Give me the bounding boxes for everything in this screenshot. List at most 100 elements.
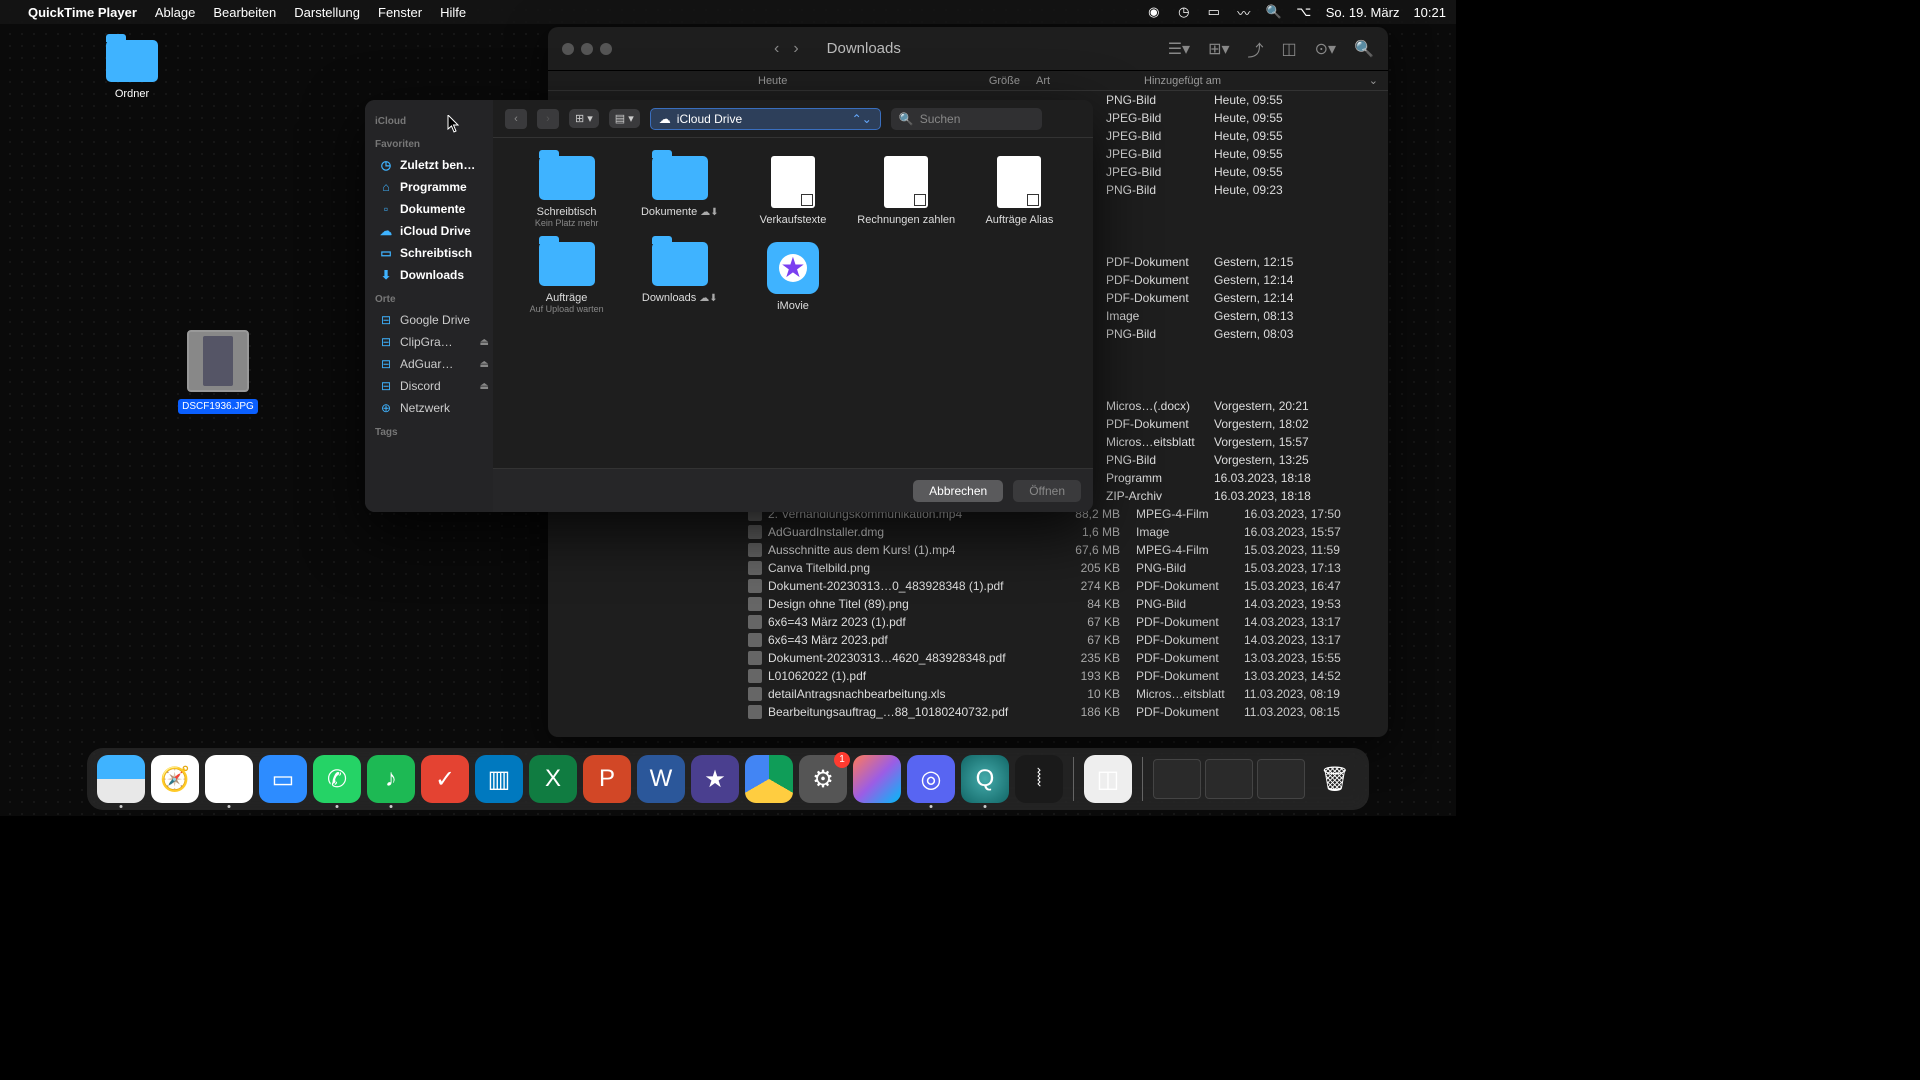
dock-finder[interactable] <box>97 755 145 803</box>
grid-item[interactable]: ★iMovie <box>741 242 844 314</box>
table-row[interactable]: Design ohne Titel (89).png84 KBPNG-Bild1… <box>548 595 1388 613</box>
menu-fenster[interactable]: Fenster <box>378 5 422 20</box>
dock-powerpoint[interactable]: P <box>583 755 631 803</box>
desktop-file[interactable]: DSCF1936.JPG <box>178 330 258 414</box>
thumbnail-icon <box>187 330 249 392</box>
sidebar-item-dokumente[interactable]: ▫Dokumente <box>375 200 493 218</box>
dock-system-settings[interactable]: ⚙1 <box>799 755 847 803</box>
item-label: Schreibtisch <box>515 206 618 218</box>
col-size[interactable]: Größe <box>946 75 1036 87</box>
cell-date: Gestern, 08:03 <box>1214 327 1388 341</box>
open-button[interactable]: Öffnen <box>1013 480 1081 502</box>
view-grid-icon[interactable]: ⊞▾ <box>1208 39 1229 59</box>
table-row[interactable]: Dokument-20230313…0_483928348 (1).pdf274… <box>548 577 1388 595</box>
table-row[interactable]: AdGuardInstaller.dmg1,6 MBImage16.03.202… <box>548 523 1388 541</box>
dock-discord[interactable]: ◎ <box>907 755 955 803</box>
grid-item[interactable]: Aufträge Alias <box>968 156 1071 228</box>
sidebar-item-google-drive[interactable]: ⊟Google Drive <box>375 311 493 329</box>
table-row[interactable]: Dokument-20230313…4620_483928348.pdf235 … <box>548 649 1388 667</box>
menu-darstellung[interactable]: Darstellung <box>294 5 360 20</box>
control-center-icon[interactable]: ⌥ <box>1296 4 1312 20</box>
dock-craft[interactable] <box>853 755 901 803</box>
sidebar-item-netzwerk[interactable]: ⊕Netzwerk <box>375 399 493 417</box>
grid-item[interactable]: Verkaufstexte <box>741 156 844 228</box>
dock-trello[interactable]: ▥ <box>475 755 523 803</box>
dock-trash[interactable]: 🗑 <box>1311 755 1359 803</box>
action-icon[interactable]: ⊙▾ <box>1315 39 1336 59</box>
back-button[interactable]: ‹ <box>774 40 779 58</box>
grid-item[interactable]: Rechnungen zahlen <box>855 156 958 228</box>
share-icon[interactable]: ⤴ <box>1248 37 1264 61</box>
dock-spotify[interactable]: ♪ <box>367 755 415 803</box>
dock-imovie[interactable]: ★ <box>691 755 739 803</box>
dock-minimized-window[interactable] <box>1205 759 1253 799</box>
tag-icon[interactable]: ◫ <box>1282 39 1297 59</box>
battery-icon[interactable]: ▭ <box>1206 4 1222 20</box>
table-row[interactable]: L01062022 (1).pdf193 KBPDF-Dokument13.03… <box>548 667 1388 685</box>
table-row[interactable]: 6x6=43 März 2023 (1).pdf67 KBPDF-Dokumen… <box>548 613 1388 631</box>
dock-word[interactable]: W <box>637 755 685 803</box>
dock-excel[interactable]: X <box>529 755 577 803</box>
grid-item[interactable]: AufträgeAuf Upload warten <box>515 242 618 314</box>
table-row[interactable]: 6x6=43 März 2023.pdf67 KBPDF-Dokument14.… <box>548 631 1388 649</box>
app-name[interactable]: QuickTime Player <box>28 5 137 20</box>
search-input[interactable]: 🔍 Suchen <box>891 108 1043 130</box>
eject-icon[interactable]: ⏏ <box>480 381 489 392</box>
eject-icon[interactable]: ⏏ <box>480 337 489 348</box>
dock-todoist[interactable]: ✓ <box>421 755 469 803</box>
desktop-folder[interactable]: Ordner <box>100 40 164 100</box>
cell-size: 10 KB <box>1046 687 1136 701</box>
view-list-icon[interactable]: ☰▾ <box>1168 39 1190 59</box>
dock-audio-app[interactable]: ⦚ <box>1015 755 1063 803</box>
dock-chrome[interactable]: ◉ <box>205 755 253 803</box>
wifi-icon[interactable]: 〰 <box>1236 4 1252 20</box>
sidebar-item-discord[interactable]: ⊟Discord⏏ <box>375 377 493 395</box>
dock-whatsapp[interactable]: ✆ <box>313 755 361 803</box>
view-group-button[interactable]: ▤ ▾ <box>609 109 640 128</box>
menu-ablage[interactable]: Ablage <box>155 5 195 20</box>
sidebar-item-clipgrab[interactable]: ⊟ClipGra…⏏ <box>375 333 493 351</box>
forward-button[interactable]: › <box>793 40 798 58</box>
menubar-time[interactable]: 10:21 <box>1413 5 1446 20</box>
dock-preview[interactable]: ◫ <box>1084 755 1132 803</box>
cell-kind: JPEG-Bild <box>1106 165 1214 179</box>
grid-item[interactable]: SchreibtischKein Platz mehr <box>515 156 618 228</box>
view-icon-button[interactable]: ⊞ ▾ <box>569 109 599 128</box>
sidebar-item-schreibtisch[interactable]: ▭Schreibtisch <box>375 244 493 262</box>
dock-zoom[interactable]: ▭ <box>259 755 307 803</box>
menubar-date[interactable]: So. 19. März <box>1326 5 1400 20</box>
forward-button[interactable]: › <box>537 109 559 129</box>
menu-bearbeiten[interactable]: Bearbeiten <box>213 5 276 20</box>
grid-item[interactable]: Downloads☁⬇ <box>628 242 731 314</box>
dock-safari[interactable]: 🧭 <box>151 755 199 803</box>
table-row[interactable]: detailAntragsnachbearbeitung.xls10 KBMic… <box>548 685 1388 703</box>
col-name[interactable]: Heute <box>736 75 946 87</box>
dock-minimized-window[interactable] <box>1257 759 1305 799</box>
search-icon[interactable]: 🔍 <box>1354 39 1374 59</box>
cell-kind: PNG-Bild <box>1106 453 1214 467</box>
dock-minimized-window[interactable] <box>1153 759 1201 799</box>
record-icon[interactable]: ◉ <box>1146 4 1162 20</box>
sidebar-item-icloud-drive[interactable]: ☁iCloud Drive <box>375 222 493 240</box>
sidebar-item-programme[interactable]: ⌂Programme <box>375 178 493 196</box>
menu-hilfe[interactable]: Hilfe <box>440 5 466 20</box>
window-controls[interactable] <box>562 43 612 55</box>
table-row[interactable]: Canva Titelbild.png205 KBPNG-Bild15.03.2… <box>548 559 1388 577</box>
cell-kind: MPEG-4-Film <box>1136 507 1244 521</box>
col-date[interactable]: Hinzugefügt am⌄ <box>1144 74 1388 87</box>
dock-google-drive[interactable] <box>745 755 793 803</box>
eject-icon[interactable]: ⏏ <box>480 359 489 370</box>
col-kind[interactable]: Art <box>1036 75 1144 87</box>
dock-quicktime[interactable]: Q <box>961 755 1009 803</box>
cancel-button[interactable]: Abbrechen <box>913 480 1003 502</box>
sidebar-item-downloads[interactable]: ⬇Downloads <box>375 266 493 284</box>
location-dropdown[interactable]: ☁ iCloud Drive ⌃⌄ <box>650 108 881 130</box>
sidebar-item-zuletzt[interactable]: ◷Zuletzt ben… <box>375 156 493 174</box>
table-row[interactable]: Ausschnitte aus dem Kurs! (1).mp467,6 MB… <box>548 541 1388 559</box>
sidebar-item-adguard[interactable]: ⊟AdGuar…⏏ <box>375 355 493 373</box>
back-button[interactable]: ‹ <box>505 109 527 129</box>
grid-item[interactable]: Dokumente☁⬇ <box>628 156 731 228</box>
spotlight-icon[interactable]: 🔍 <box>1266 4 1282 20</box>
clock-icon[interactable]: ◷ <box>1176 4 1192 20</box>
table-row[interactable]: Bearbeitungsauftrag_…88_10180240732.pdf1… <box>548 703 1388 721</box>
